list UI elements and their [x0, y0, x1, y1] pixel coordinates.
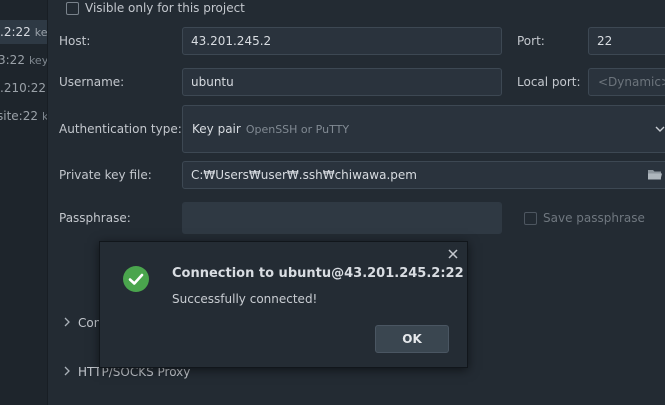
dialog-message: Successfully connected!	[172, 292, 318, 306]
username-input[interactable]: ubuntu	[182, 68, 502, 96]
success-check-icon	[123, 266, 149, 292]
auth-type-value: Key pair	[192, 122, 241, 136]
passphrase-input[interactable]	[182, 202, 502, 234]
visible-only-label: Visible only for this project	[85, 1, 245, 15]
chevron-right-icon[interactable]	[62, 317, 72, 327]
connection-item-label: .210:22	[0, 81, 47, 95]
connection-result-dialog: Connection to ubuntu@43.201.245.2:22 Suc…	[99, 241, 468, 368]
passphrase-label: Passphrase:	[59, 211, 131, 225]
chevron-right-icon[interactable]	[62, 366, 72, 376]
connection-item-suffix: key	[28, 54, 48, 67]
host-value: 43.201.245.2	[191, 34, 272, 48]
visible-only-checkbox[interactable]	[66, 2, 79, 15]
connection-list-item[interactable]: .2:22key	[0, 20, 48, 44]
folder-icon[interactable]	[647, 168, 663, 181]
private-key-input[interactable]: C:₩Users₩user₩.ssh₩chiwawa.pem	[182, 161, 665, 189]
connections-list: .2:22key 3:22key .210:22k site:22ke	[0, 0, 48, 405]
close-icon[interactable]	[446, 247, 460, 261]
host-label: Host:	[59, 34, 91, 48]
connection-item-label: site:22	[0, 109, 38, 123]
host-input[interactable]: 43.201.245.2	[182, 27, 502, 55]
connection-list-item[interactable]: .210:22k	[0, 76, 47, 100]
save-passphrase-checkbox[interactable]	[524, 212, 537, 225]
username-label: Username:	[59, 75, 125, 89]
local-port-label: Local port:	[517, 75, 581, 89]
private-key-value: C:₩Users₩user₩.ssh₩chiwawa.pem	[191, 168, 417, 182]
connection-item-label: 3:22	[0, 53, 25, 67]
connection-list-item[interactable]: 3:22 key	[0, 48, 48, 72]
save-passphrase-label: Save passphrase	[543, 211, 645, 225]
port-value: 22	[597, 34, 613, 48]
connection-item-label: .2:22	[0, 25, 31, 39]
port-label: Port:	[517, 34, 545, 48]
connection-section-header[interactable]: Con	[78, 316, 101, 330]
dialog-title: Connection to ubuntu@43.201.245.2:22	[172, 266, 464, 281]
auth-type-select[interactable]: Key pair OpenSSH or PuTTY	[182, 105, 665, 153]
connection-item-suffix: ke	[42, 110, 48, 123]
auth-type-hint: OpenSSH or PuTTY	[245, 122, 350, 136]
auth-type-label: Authentication type:	[59, 122, 182, 136]
chevron-down-icon[interactable]	[655, 124, 665, 134]
connection-list-item[interactable]: site:22 ke	[0, 104, 48, 128]
local-port-placeholder: <Dynamic>	[598, 75, 665, 89]
local-port-input[interactable]: <Dynamic>	[588, 68, 665, 96]
private-key-label: Private key file:	[59, 168, 152, 182]
ok-button[interactable]: OK	[375, 325, 449, 353]
username-value: ubuntu	[191, 75, 234, 89]
connection-item-suffix: key	[34, 26, 48, 39]
port-input[interactable]: 22	[588, 27, 665, 55]
